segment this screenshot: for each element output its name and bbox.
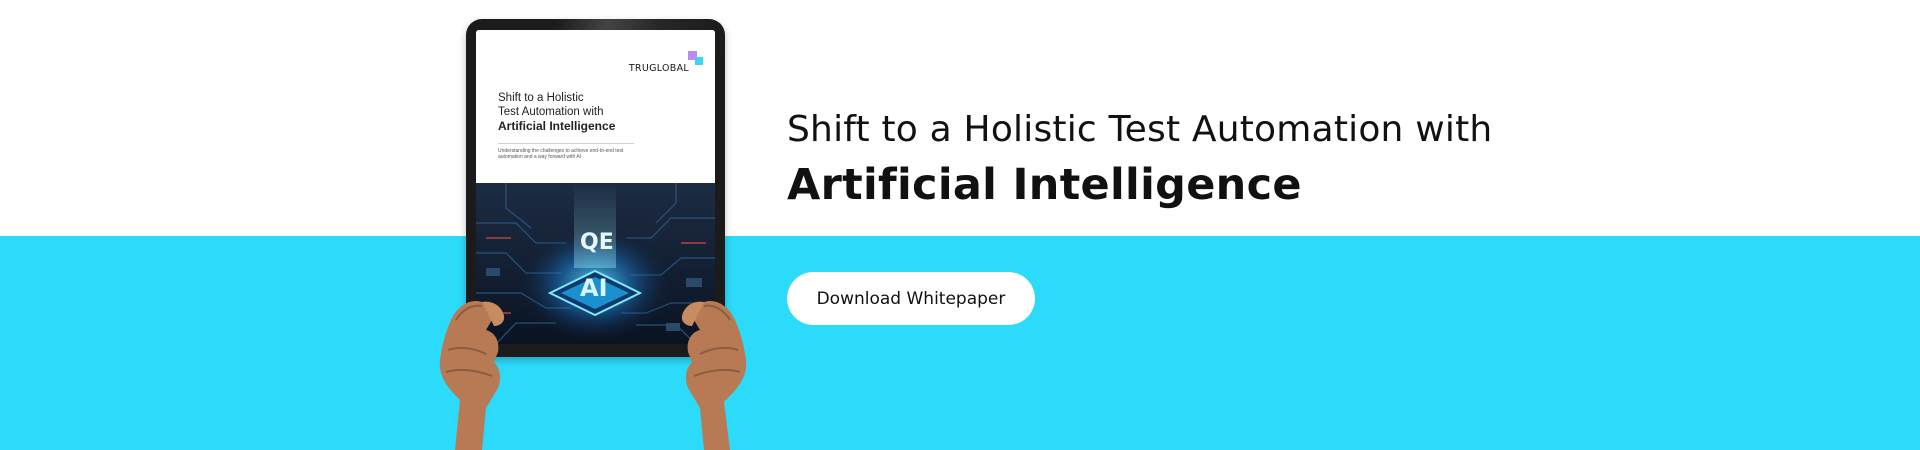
right-hand-image: [681, 300, 747, 450]
whitepaper-title: Shift to a Holistic Test Automation with…: [498, 92, 698, 134]
whitepaper-divider: [498, 143, 634, 144]
download-whitepaper-button[interactable]: Download Whitepaper: [787, 272, 1035, 325]
banner-headline: Shift to a Holistic Test Automation with…: [787, 106, 1687, 214]
left-hand-image: [439, 300, 505, 450]
logo-mark-icon: [688, 51, 703, 65]
logo-text: TRUGLOBAL: [628, 63, 689, 74]
chip-label-ai: AI: [580, 274, 608, 302]
whitepaper-cover-header: TRUGLOBAL Shift to a Holistic Test Autom…: [476, 30, 715, 174]
whitepaper-title-line2: Test Automation with: [498, 105, 604, 118]
whitepaper-title-line1: Shift to a Holistic: [498, 92, 584, 104]
truglobal-logo: TRUGLOBAL: [628, 51, 703, 74]
banner-bottom-background: [0, 236, 1920, 450]
whitepaper-title-line3: Artificial Intelligence: [498, 119, 616, 133]
headline-line2: Artificial Intelligence: [787, 160, 1302, 210]
headline-line1: Shift to a Holistic Test Automation with: [787, 109, 1493, 150]
chip-label-qe: QE: [580, 230, 614, 255]
whitepaper-subtitle: Understanding the challenges to achieve …: [498, 148, 624, 160]
